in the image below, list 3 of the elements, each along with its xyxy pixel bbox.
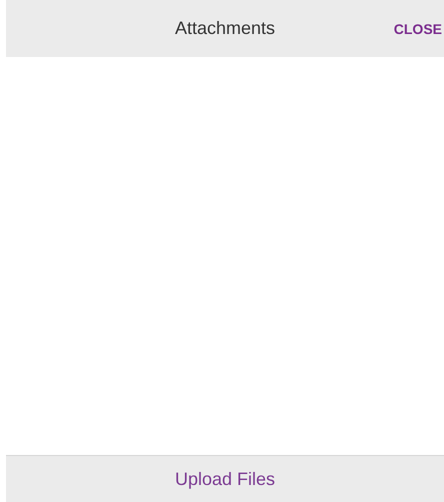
dialog-title: Attachments bbox=[174, 17, 276, 40]
upload-files-button[interactable]: Upload Files bbox=[6, 455, 444, 502]
close-button[interactable]: CLOSE bbox=[394, 19, 442, 40]
